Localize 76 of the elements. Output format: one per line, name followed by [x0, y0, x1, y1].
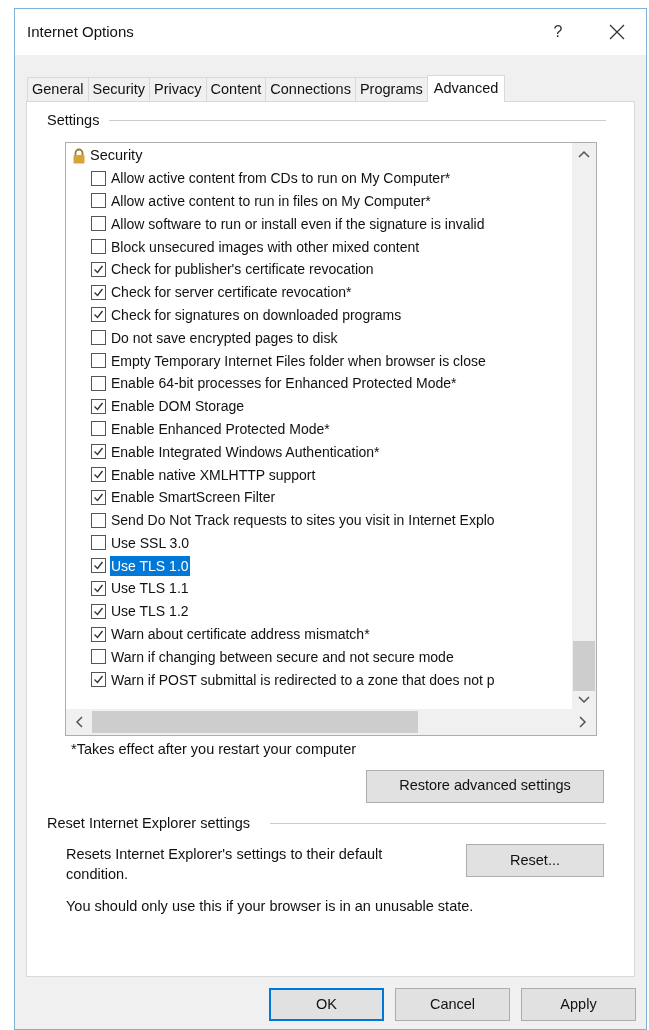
checkbox[interactable]	[91, 170, 106, 186]
setting-option[interactable]: Do not save encrypted pages to disk	[110, 327, 339, 348]
reset-button[interactable]: Reset...	[466, 844, 604, 878]
checkbox[interactable]	[91, 558, 106, 574]
setting-option[interactable]: Warn if changing between secure and not secure mode	[110, 646, 455, 667]
setting-option[interactable]: Enable Integrated Windows Authentication*	[110, 441, 381, 462]
scroll-up-icon	[578, 149, 590, 158]
restart-note: *Takes effect after you restart your computer	[71, 739, 358, 759]
reset-description: Resets Internet Explorer's settings to their default condition.	[66, 845, 384, 885]
tab[interactable]: Privacy	[149, 77, 206, 101]
checkbox[interactable]	[91, 603, 106, 619]
setting-option[interactable]: Send Do Not Track requests to sites you visit in Internet Explo	[110, 510, 496, 531]
tab[interactable]: General	[27, 77, 88, 101]
tab[interactable]: Connections	[265, 77, 355, 101]
setting-option[interactable]: Allow active content to run in files on My Computer*	[110, 190, 432, 211]
checkbox[interactable]	[91, 398, 106, 414]
group-label: Security	[90, 145, 143, 165]
section-title: Settings	[47, 111, 100, 130]
checkbox[interactable]	[91, 284, 106, 300]
setting-option[interactable]: Enable DOM Storage	[110, 396, 246, 417]
checkbox[interactable]	[91, 467, 106, 482]
setting-option[interactable]: Check for publisher's certificate revocation	[110, 259, 375, 280]
checkbox[interactable]	[91, 535, 106, 551]
checkbox[interactable]	[91, 216, 106, 232]
checkbox[interactable]	[91, 444, 106, 460]
reset-warning: You should only use this if your browser is in an unusable state.	[66, 897, 475, 917]
checkbox[interactable]	[91, 512, 106, 528]
checkbox[interactable]	[91, 375, 106, 391]
setting-option[interactable]: Enable Enhanced Protected Mode*	[110, 418, 331, 439]
vertical-scrollbar[interactable]	[572, 142, 596, 709]
checkbox[interactable]	[91, 261, 106, 277]
checkbox[interactable]	[91, 626, 106, 642]
setting-option[interactable]: Use TLS 1.0	[110, 555, 190, 576]
checkbox[interactable]	[91, 353, 106, 368]
checkbox[interactable]	[91, 649, 106, 665]
tab[interactable]: Programs	[354, 77, 427, 101]
dialog-button[interactable]: Cancel	[395, 988, 510, 1021]
scrollbar-thumb[interactable]	[573, 640, 595, 691]
setting-option[interactable]: Enable native XMLHTTP support	[110, 464, 317, 485]
setting-option[interactable]: Allow software to run or install even if the signature is invalid	[110, 213, 486, 234]
setting-option[interactable]: Warn if POST submittal is redirected to a zone that does not p	[110, 669, 496, 690]
checkbox[interactable]	[91, 307, 106, 323]
tab[interactable]: Security	[87, 77, 149, 101]
setting-option[interactable]: Allow active content from CDs to run on My Computer*	[110, 168, 452, 189]
scrollbar-thumb[interactable]	[92, 710, 418, 733]
setting-option[interactable]: Use TLS 1.2	[110, 601, 190, 622]
checkbox[interactable]	[91, 489, 106, 505]
section-title: Reset Internet Explorer settings	[47, 813, 251, 833]
checkbox[interactable]	[91, 330, 106, 346]
tab[interactable]: Advanced	[426, 75, 506, 102]
setting-option[interactable]: Check for server certificate revocation*	[110, 282, 353, 303]
dialog-button[interactable]: OK	[269, 988, 384, 1021]
setting-option[interactable]: Block unsecured images with other mixed content	[110, 236, 421, 257]
close-icon	[609, 24, 625, 40]
checkbox[interactable]	[91, 193, 106, 209]
tab[interactable]: Content	[205, 77, 266, 101]
scroll-right-icon	[579, 715, 587, 728]
setting-option[interactable]: Use SSL 3.0	[110, 532, 191, 553]
horizontal-scrollbar[interactable]	[66, 708, 596, 735]
setting-option[interactable]: Check for signatures on downloaded programs	[110, 304, 403, 325]
help-button[interactable]: ?	[528, 12, 588, 52]
lock-icon	[72, 147, 86, 164]
scroll-left-icon	[75, 715, 83, 728]
scroll-down-icon	[578, 695, 590, 704]
window-title: Internet Options	[27, 21, 135, 42]
checkbox[interactable]	[91, 581, 106, 596]
checkbox[interactable]	[91, 672, 106, 688]
checkbox[interactable]	[91, 421, 106, 437]
setting-option[interactable]: Enable 64-bit processes for Enhanced Protected Mode*	[110, 373, 458, 394]
setting-option[interactable]: Empty Temporary Internet Files folder when browser is close	[110, 350, 487, 371]
checkbox[interactable]	[91, 239, 106, 255]
setting-option[interactable]: Use TLS 1.1	[110, 578, 190, 599]
setting-option[interactable]: Enable SmartScreen Filter	[110, 487, 277, 508]
dialog-button[interactable]: Apply	[521, 988, 636, 1021]
setting-option[interactable]: Warn about certificate address mismatch*	[110, 624, 371, 645]
restore-advanced-settings-button[interactable]: Restore advanced settings	[366, 769, 604, 803]
